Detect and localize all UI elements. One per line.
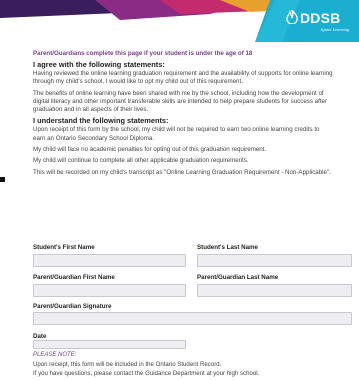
student-last-name-label: Student's Last Name: [197, 244, 258, 251]
date-label: Date: [33, 333, 47, 340]
ddsb-logo: DDSB Ignite Learning: [286, 10, 356, 36]
parent-first-name-field[interactable]: [33, 284, 186, 297]
agree-paragraph-1: Having reviewed the online learning grad…: [33, 70, 333, 86]
signature-label: Parent/Guardian Signature: [33, 303, 112, 310]
form-content: Parent/Guardians complete this page if y…: [33, 50, 333, 177]
student-first-name-label: Student's First Name: [33, 244, 95, 251]
logo-tagline: Ignite Learning: [321, 27, 350, 32]
intro-instruction: Parent/Guardians complete this page if y…: [33, 50, 253, 57]
understand-paragraph-2: My child will face no academic penalties…: [33, 146, 267, 154]
understand-paragraph-4: This will be recorded on my child's tran…: [33, 168, 331, 176]
flame-icon: [286, 10, 298, 24]
understand-paragraph-3: My child will continue to complete all o…: [33, 157, 249, 165]
understand-paragraph-1: Upon receipt of this form by the school,…: [33, 126, 320, 142]
parent-first-name-label: Parent/Guardian First Name: [33, 274, 115, 281]
parent-last-name-label: Parent/Guardian Last Name: [197, 274, 279, 281]
parent-last-name-field[interactable]: [197, 284, 352, 297]
header-banner: DDSB Ignite Learning: [0, 0, 359, 42]
signature-field[interactable]: [33, 312, 352, 325]
logo-name: DDSB: [300, 10, 341, 26]
note-line-1: Upon receipt, this form will be included…: [33, 361, 222, 368]
agree-paragraph-2: The benefits of online learning have bee…: [33, 89, 328, 114]
note-line-2: If you have questions, please contact th…: [33, 370, 260, 377]
date-field[interactable]: [33, 340, 186, 349]
page-edge-marker: [0, 177, 5, 182]
understand-heading: I understand the following statements:: [33, 116, 169, 126]
student-last-name-field[interactable]: [197, 254, 352, 267]
student-first-name-field[interactable]: [33, 254, 186, 267]
agree-heading: I agree with the following statements:: [33, 60, 165, 69]
note-label: PLEASE NOTE:: [33, 352, 77, 358]
